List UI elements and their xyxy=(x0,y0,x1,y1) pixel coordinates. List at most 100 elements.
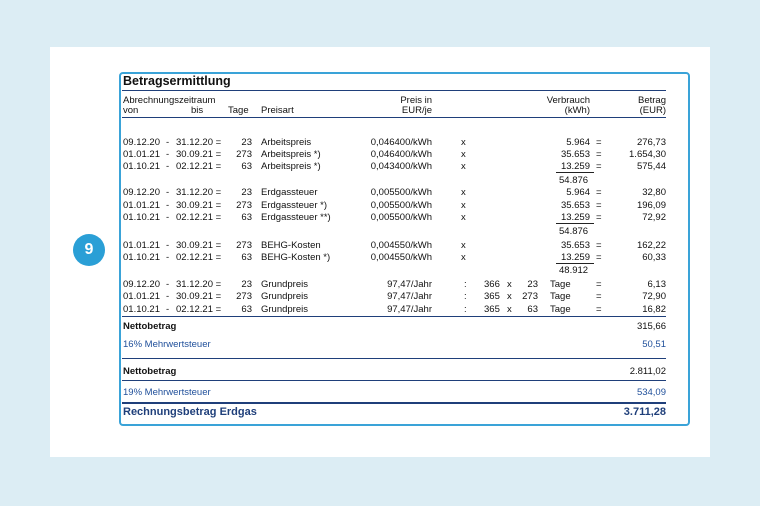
row-type: BEHG-Kosten xyxy=(261,240,321,251)
grund-yeardays: 366 xyxy=(484,279,500,290)
grund-x: x xyxy=(507,279,512,290)
row-amount: 32,80 xyxy=(642,187,666,198)
row-op: x xyxy=(461,161,466,172)
row-type: Arbeitspreis xyxy=(261,137,312,148)
row-to: 02.12.21 = xyxy=(176,161,222,172)
title-rule xyxy=(122,90,666,91)
row-from: 01.01.21 xyxy=(123,200,160,211)
row-to: 30.09.21 = xyxy=(176,240,222,251)
grund-days: 273 xyxy=(236,291,252,302)
grund-unit: Tage xyxy=(550,291,571,302)
row-consumption: 35.653 xyxy=(560,240,590,251)
section-rule xyxy=(122,358,666,359)
grund-from: 01.10.21 xyxy=(123,304,160,315)
row-consumption: 13.259 xyxy=(560,252,590,263)
netto-1-label: Nettobetrag xyxy=(123,321,177,332)
row-from: 01.10.21 xyxy=(123,252,160,263)
header-von: von xyxy=(123,105,139,116)
row-op: x xyxy=(461,187,466,198)
row-consumption: 35.653 xyxy=(560,200,590,211)
grund-days: 23 xyxy=(241,279,252,290)
row-op: x xyxy=(461,149,466,160)
row-to: 02.12.21 = xyxy=(176,212,222,223)
row-consumption: 5.964 xyxy=(566,137,590,148)
row-op: x xyxy=(461,137,466,148)
row-consumption: 35.653 xyxy=(560,149,590,160)
grund-amount: 6,13 xyxy=(647,279,667,290)
row-to: 30.09.21 = xyxy=(176,149,222,160)
grund-eq: = xyxy=(596,291,602,302)
row-amount: 575,44 xyxy=(636,161,666,172)
grund-eq: = xyxy=(596,279,602,290)
section-rule xyxy=(122,380,666,381)
grund-to: 31.12.20 = xyxy=(176,279,222,290)
row-days: 63 xyxy=(241,252,252,263)
grund-price: 97,47/Jahr xyxy=(387,291,432,302)
row-from: 09.12.20 xyxy=(123,137,160,148)
netto-2-value: 2.811,02 xyxy=(629,366,666,377)
grund-from: 01.01.21 xyxy=(123,291,160,302)
row-eq: = xyxy=(596,200,602,211)
grund-d: 273 xyxy=(522,291,538,302)
row-amount: 1.654,30 xyxy=(629,149,666,160)
grund-colon: : xyxy=(464,304,467,315)
row-amount: 196,09 xyxy=(636,200,666,211)
row-type: Arbeitspreis *) xyxy=(261,149,321,160)
total-value: 3.711,28 xyxy=(623,406,666,418)
grund-from: 09.12.20 xyxy=(123,279,160,290)
grund-d: 63 xyxy=(527,304,538,315)
subtotal-consumption: 54.876 xyxy=(559,226,589,237)
subtotal-rule xyxy=(556,223,594,224)
subtotal-consumption: 54.876 xyxy=(559,175,589,186)
row-to: 31.12.20 = xyxy=(176,137,222,148)
netto-2-label: Nettobetrag xyxy=(123,366,177,377)
header-preis-2: EUR/je xyxy=(401,105,432,116)
grund-type: Grundpreis xyxy=(261,304,308,315)
grund-price: 97,47/Jahr xyxy=(387,279,432,290)
row-amount: 72,92 xyxy=(642,212,666,223)
header-tage: Tage xyxy=(228,105,249,116)
netto-1-value: 315,66 xyxy=(636,321,666,332)
row-eq: = xyxy=(596,252,602,263)
row-price: 0,046400/kWh xyxy=(370,137,432,148)
row-days: 63 xyxy=(241,212,252,223)
row-eq: = xyxy=(596,240,602,251)
grund-price: 97,47/Jahr xyxy=(387,304,432,315)
grund-unit: Tage xyxy=(550,279,571,290)
total-rule xyxy=(122,402,666,404)
row-consumption: 5.964 xyxy=(566,187,590,198)
row-op: x xyxy=(461,252,466,263)
header-rule xyxy=(122,117,666,118)
row-op: x xyxy=(461,240,466,251)
row-eq: = xyxy=(596,137,602,148)
row-eq: = xyxy=(596,187,602,198)
row-price: 0,046400/kWh xyxy=(370,149,432,160)
section-rule xyxy=(122,316,666,317)
header-verbrauch-2: (kWh) xyxy=(564,105,590,116)
row-from: 01.01.21 xyxy=(123,149,160,160)
grund-days: 63 xyxy=(241,304,252,315)
step-badge: 9 xyxy=(73,234,105,266)
row-consumption: 13.259 xyxy=(560,161,590,172)
grund-to: 02.12.21 = xyxy=(176,304,222,315)
grund-type: Grundpreis xyxy=(261,279,308,290)
row-to: 30.09.21 = xyxy=(176,200,222,211)
grund-colon: : xyxy=(464,291,467,302)
subtotal-rule xyxy=(556,172,594,173)
row-from: 01.10.21 xyxy=(123,212,160,223)
section-title: Betragsermittlung xyxy=(123,74,231,88)
row-eq: = xyxy=(596,212,602,223)
mwst-1-label: 16% Mehrwertsteuer xyxy=(123,339,211,350)
row-to: 02.12.21 = xyxy=(176,252,222,263)
row-price: 0,005500/kWh xyxy=(370,187,432,198)
grund-d: 23 xyxy=(527,279,538,290)
row-consumption: 13.259 xyxy=(560,212,590,223)
row-days: 273 xyxy=(236,200,252,211)
subtotal-consumption: 48.912 xyxy=(559,265,589,276)
grund-yeardays: 365 xyxy=(484,304,500,315)
row-days: 23 xyxy=(241,137,252,148)
row-from: 01.01.21 xyxy=(123,240,160,251)
row-eq: = xyxy=(596,149,602,160)
header-bis: bis xyxy=(191,105,204,116)
row-price: 0,004550/kWh xyxy=(370,240,432,251)
